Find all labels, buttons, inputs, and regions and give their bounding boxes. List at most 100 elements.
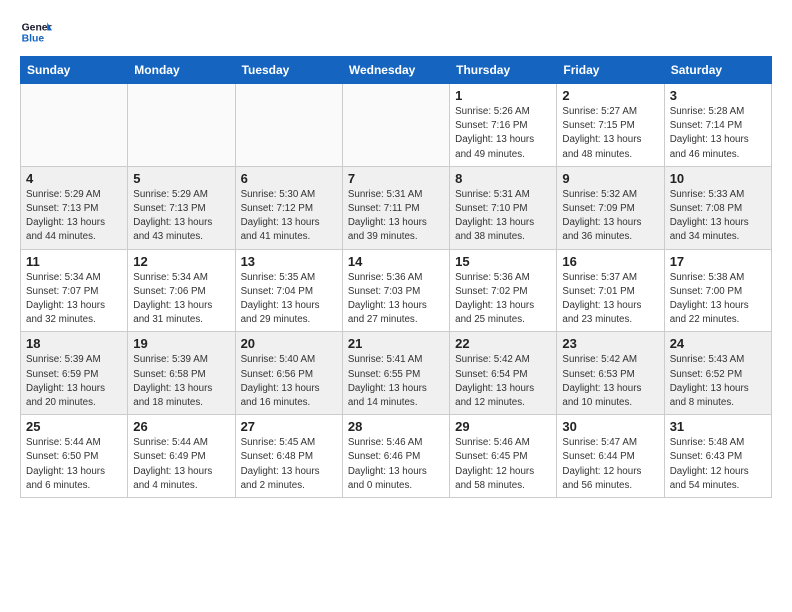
day-number: 10 <box>670 171 766 186</box>
calendar-cell: 23Sunrise: 5:42 AMSunset: 6:53 PMDayligh… <box>557 332 664 415</box>
calendar-cell: 12Sunrise: 5:34 AMSunset: 7:06 PMDayligh… <box>128 249 235 332</box>
day-info: Sunrise: 5:30 AMSunset: 7:12 PMDaylight:… <box>241 188 337 245</box>
weekday-header-saturday: Saturday <box>664 57 771 84</box>
calendar-table: SundayMondayTuesdayWednesdayThursdayFrid… <box>20 56 772 498</box>
day-info: Sunrise: 5:33 AMSunset: 7:08 PMDaylight:… <box>670 188 766 245</box>
calendar-cell: 8 Sunrise: 5:31 AMSunset: 7:10 PMDaylight… <box>450 166 557 249</box>
calendar-cell: 29 Sunrise: 5:46 AMSunset: 6:45 PMDayligh… <box>450 415 557 498</box>
day-number: 27 <box>241 419 337 434</box>
calendar-cell: 25Sunrise: 5:44 AMSunset: 6:50 PMDayligh… <box>21 415 128 498</box>
day-number: 9 <box>562 171 658 186</box>
calendar-cell: 7Sunrise: 5:31 AMSunset: 7:11 PMDaylight… <box>342 166 449 249</box>
calendar-cell: 21 Sunrise: 5:41 AMSunset: 6:55 PMDayligh… <box>342 332 449 415</box>
day-info: Sunrise: 5:39 AMSunset: 6:59 PMDaylight:… <box>26 353 122 410</box>
weekday-header-sunday: Sunday <box>21 57 128 84</box>
calendar-cell: 16 Sunrise: 5:37 AMSunset: 7:01 PMDayligh… <box>557 249 664 332</box>
day-number: 14 <box>348 254 444 269</box>
day-number: 13 <box>241 254 337 269</box>
day-info: Sunrise: 5:46 AMSunset: 6:45 PMDaylight:… <box>455 436 551 493</box>
day-info: Sunrise: 5:44 AMSunset: 6:50 PMDaylight:… <box>26 436 122 493</box>
logo-icon: General Blue <box>20 16 52 48</box>
calendar-cell: 27Sunrise: 5:45 AMSunset: 6:48 PMDayligh… <box>235 415 342 498</box>
day-info: Sunrise: 5:28 AMSunset: 7:14 PMDaylight:… <box>670 105 766 162</box>
day-number: 22 <box>455 336 551 351</box>
day-info: Sunrise: 5:41 AMSunset: 6:55 PMDaylight:… <box>348 353 444 410</box>
day-info: Sunrise: 5:29 AMSunset: 7:13 PMDaylight:… <box>133 188 229 245</box>
calendar-cell: 14 Sunrise: 5:36 AMSunset: 7:03 PMDayligh… <box>342 249 449 332</box>
day-info: Sunrise: 5:26 AMSunset: 7:16 PMDaylight:… <box>455 105 551 162</box>
weekday-header-thursday: Thursday <box>450 57 557 84</box>
day-number: 17 <box>670 254 766 269</box>
day-number: 31 <box>670 419 766 434</box>
day-number: 16 <box>562 254 658 269</box>
calendar-cell: 11 Sunrise: 5:34 AMSunset: 7:07 PMDayligh… <box>21 249 128 332</box>
day-number: 12 <box>133 254 229 269</box>
day-number: 1 <box>455 88 551 103</box>
calendar-cell: 5 Sunrise: 5:29 AMSunset: 7:13 PMDaylight… <box>128 166 235 249</box>
calendar-cell: 17 Sunrise: 5:38 AMSunset: 7:00 PMDayligh… <box>664 249 771 332</box>
weekday-header-tuesday: Tuesday <box>235 57 342 84</box>
week-row-1: 1 Sunrise: 5:26 AMSunset: 7:16 PMDaylight… <box>21 84 772 167</box>
page-header: General Blue <box>20 16 772 48</box>
day-info: Sunrise: 5:47 AMSunset: 6:44 PMDaylight:… <box>562 436 658 493</box>
day-info: Sunrise: 5:40 AMSunset: 6:56 PMDaylight:… <box>241 353 337 410</box>
day-number: 4 <box>26 171 122 186</box>
calendar-cell: 4 Sunrise: 5:29 AMSunset: 7:13 PMDaylight… <box>21 166 128 249</box>
weekday-header-row: SundayMondayTuesdayWednesdayThursdayFrid… <box>21 57 772 84</box>
calendar-cell: 15 Sunrise: 5:36 AMSunset: 7:02 PMDayligh… <box>450 249 557 332</box>
calendar-cell: 24Sunrise: 5:43 AMSunset: 6:52 PMDayligh… <box>664 332 771 415</box>
day-number: 21 <box>348 336 444 351</box>
day-number: 19 <box>133 336 229 351</box>
calendar-cell: 2 Sunrise: 5:27 AMSunset: 7:15 PMDaylight… <box>557 84 664 167</box>
day-number: 18 <box>26 336 122 351</box>
day-info: Sunrise: 5:44 AMSunset: 6:49 PMDaylight:… <box>133 436 229 493</box>
calendar-cell: 31 Sunrise: 5:48 AMSunset: 6:43 PMDayligh… <box>664 415 771 498</box>
logo: General Blue <box>20 16 52 48</box>
svg-text:Blue: Blue <box>22 34 45 45</box>
day-info: Sunrise: 5:29 AMSunset: 7:13 PMDaylight:… <box>26 188 122 245</box>
calendar-cell <box>342 84 449 167</box>
calendar-cell: 13 Sunrise: 5:35 AMSunset: 7:04 PMDayligh… <box>235 249 342 332</box>
week-row-5: 25Sunrise: 5:44 AMSunset: 6:50 PMDayligh… <box>21 415 772 498</box>
calendar-cell: 10 Sunrise: 5:33 AMSunset: 7:08 PMDayligh… <box>664 166 771 249</box>
day-number: 20 <box>241 336 337 351</box>
week-row-3: 11 Sunrise: 5:34 AMSunset: 7:07 PMDayligh… <box>21 249 772 332</box>
day-number: 2 <box>562 88 658 103</box>
day-info: Sunrise: 5:37 AMSunset: 7:01 PMDaylight:… <box>562 271 658 328</box>
day-number: 24 <box>670 336 766 351</box>
day-info: Sunrise: 5:36 AMSunset: 7:02 PMDaylight:… <box>455 271 551 328</box>
calendar-cell: 30 Sunrise: 5:47 AMSunset: 6:44 PMDayligh… <box>557 415 664 498</box>
day-number: 8 <box>455 171 551 186</box>
day-number: 5 <box>133 171 229 186</box>
week-row-2: 4 Sunrise: 5:29 AMSunset: 7:13 PMDaylight… <box>21 166 772 249</box>
day-info: Sunrise: 5:34 AMSunset: 7:07 PMDaylight:… <box>26 271 122 328</box>
day-info: Sunrise: 5:38 AMSunset: 7:00 PMDaylight:… <box>670 271 766 328</box>
day-number: 28 <box>348 419 444 434</box>
day-info: Sunrise: 5:36 AMSunset: 7:03 PMDaylight:… <box>348 271 444 328</box>
day-number: 11 <box>26 254 122 269</box>
weekday-header-monday: Monday <box>128 57 235 84</box>
day-number: 29 <box>455 419 551 434</box>
week-row-4: 18 Sunrise: 5:39 AMSunset: 6:59 PMDayligh… <box>21 332 772 415</box>
calendar-cell: 6 Sunrise: 5:30 AMSunset: 7:12 PMDaylight… <box>235 166 342 249</box>
day-info: Sunrise: 5:42 AMSunset: 6:54 PMDaylight:… <box>455 353 551 410</box>
day-info: Sunrise: 5:48 AMSunset: 6:43 PMDaylight:… <box>670 436 766 493</box>
day-info: Sunrise: 5:31 AMSunset: 7:11 PMDaylight:… <box>348 188 444 245</box>
calendar-cell: 28 Sunrise: 5:46 AMSunset: 6:46 PMDayligh… <box>342 415 449 498</box>
day-number: 30 <box>562 419 658 434</box>
calendar-cell: 3Sunrise: 5:28 AMSunset: 7:14 PMDaylight… <box>664 84 771 167</box>
day-number: 26 <box>133 419 229 434</box>
day-info: Sunrise: 5:27 AMSunset: 7:15 PMDaylight:… <box>562 105 658 162</box>
calendar-cell: 18 Sunrise: 5:39 AMSunset: 6:59 PMDayligh… <box>21 332 128 415</box>
day-number: 15 <box>455 254 551 269</box>
calendar-cell: 9Sunrise: 5:32 AMSunset: 7:09 PMDaylight… <box>557 166 664 249</box>
day-info: Sunrise: 5:31 AMSunset: 7:10 PMDaylight:… <box>455 188 551 245</box>
calendar-cell: 26 Sunrise: 5:44 AMSunset: 6:49 PMDayligh… <box>128 415 235 498</box>
calendar-cell: 20 Sunrise: 5:40 AMSunset: 6:56 PMDayligh… <box>235 332 342 415</box>
calendar-cell <box>235 84 342 167</box>
calendar-cell <box>128 84 235 167</box>
day-info: Sunrise: 5:46 AMSunset: 6:46 PMDaylight:… <box>348 436 444 493</box>
weekday-header-wednesday: Wednesday <box>342 57 449 84</box>
day-info: Sunrise: 5:35 AMSunset: 7:04 PMDaylight:… <box>241 271 337 328</box>
day-number: 6 <box>241 171 337 186</box>
